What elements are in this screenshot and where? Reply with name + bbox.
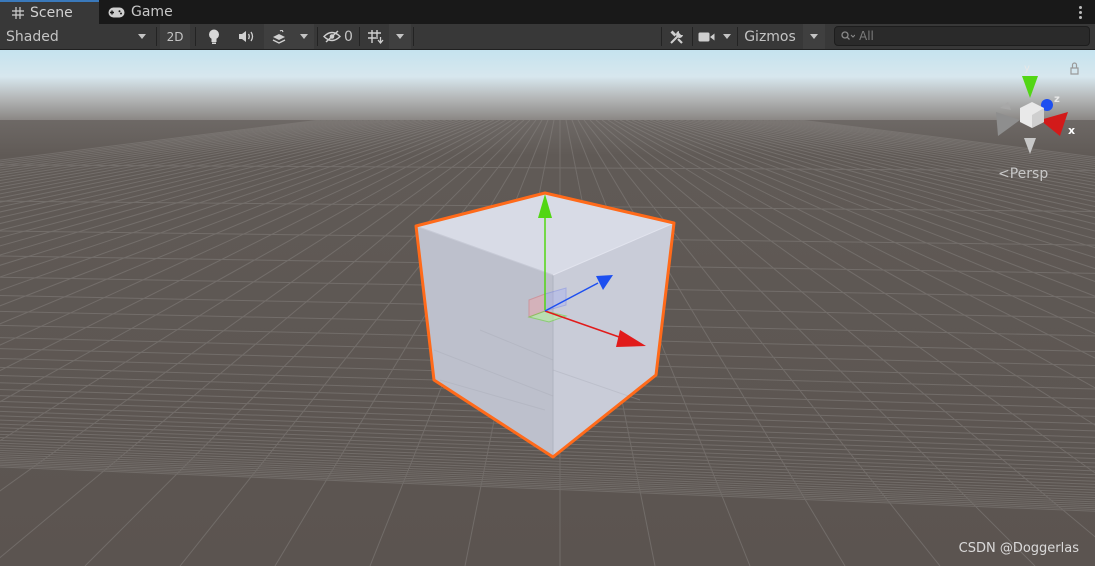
chevron-left-icon: < — [998, 166, 1010, 182]
tools-wrench-icon — [670, 29, 683, 44]
gizmo-y-label: y — [1024, 63, 1030, 74]
toolbar-divider — [661, 27, 662, 46]
lightbulb-icon — [209, 29, 219, 44]
search-placeholder: All — [859, 29, 874, 43]
gizmos-toggle-button[interactable]: Gizmos — [738, 24, 802, 49]
toolbar-divider — [413, 27, 414, 46]
tab-game[interactable]: Game — [108, 0, 188, 24]
toolbar-divider — [317, 27, 318, 46]
camera-settings-button[interactable] — [694, 24, 718, 49]
gizmos-label: Gizmos — [744, 28, 796, 45]
chevron-down-icon — [300, 34, 308, 39]
lighting-toggle-button[interactable] — [200, 24, 228, 49]
scene-toolbar: Shaded 2D 0 Gizmos All — [0, 24, 1095, 50]
window-tab-bar: Scene Game — [0, 0, 1095, 24]
audio-toggle-button[interactable] — [232, 24, 260, 49]
toolbar-divider — [195, 27, 196, 46]
chevron-down-icon — [138, 34, 146, 39]
layers-effects-icon — [272, 29, 286, 44]
scene-canvas[interactable]: y z x — [0, 50, 1095, 566]
scene-viewport[interactable]: y z x <Persp CSDN @Doggerlas — [0, 50, 1095, 566]
skybox — [0, 50, 1095, 126]
chevron-down-icon — [396, 34, 404, 39]
effects-dropdown-button[interactable] — [294, 24, 314, 49]
toolbar-divider — [359, 27, 360, 46]
gizmo-x-label: x — [1068, 124, 1075, 137]
gizmos-dropdown-button[interactable] — [803, 24, 825, 49]
gizmo-z-label: z — [1054, 94, 1060, 105]
toggle-2d-label: 2D — [166, 29, 184, 44]
search-icon — [841, 31, 855, 40]
shading-mode-value: Shaded — [6, 28, 59, 45]
tab-scene-label: Scene — [30, 5, 73, 21]
tab-game-label: Game — [131, 4, 173, 20]
tab-scene[interactable]: Scene — [0, 0, 99, 24]
eye-hidden-icon — [323, 30, 342, 43]
speaker-icon — [238, 31, 253, 42]
gamepad-icon — [108, 7, 125, 18]
effects-toggle-button[interactable] — [264, 24, 294, 49]
tools-button[interactable] — [664, 24, 690, 49]
scene-visibility-button[interactable]: 0 — [319, 24, 357, 49]
chevron-down-icon — [810, 34, 818, 39]
hidden-object-count: 0 — [344, 28, 353, 45]
video-camera-icon — [698, 32, 714, 41]
shading-mode-dropdown[interactable]: Shaded — [0, 24, 152, 49]
more-options-icon[interactable] — [1077, 3, 1083, 21]
projection-label: Persp — [1009, 166, 1049, 182]
projection-toggle[interactable]: <Persp — [998, 166, 1048, 182]
hash-grid-icon — [12, 7, 24, 19]
toolbar-divider — [156, 27, 157, 46]
grid-snap-icon — [367, 30, 383, 44]
toggle-2d-button[interactable]: 2D — [160, 24, 190, 49]
grid-dropdown-button[interactable] — [389, 24, 411, 49]
camera-dropdown-button[interactable] — [718, 24, 736, 49]
scene-search-field[interactable]: All — [834, 26, 1090, 46]
toolbar-divider — [692, 27, 693, 46]
chevron-down-icon — [723, 34, 731, 39]
watermark: CSDN @Doggerlas — [958, 541, 1079, 556]
grid-snapping-button[interactable] — [361, 24, 389, 49]
